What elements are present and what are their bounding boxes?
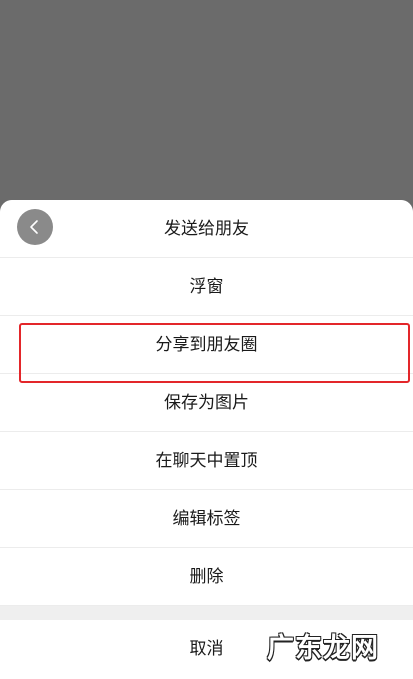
highlight-annotation-box — [19, 323, 410, 383]
section-divider — [0, 606, 413, 620]
action-sheet: 发送给朋友 浮窗 分享到朋友圈 保存为图片 在聊天中置顶 编辑标签 删除 取消 — [0, 200, 413, 679]
menu-item-edit-tags[interactable]: 编辑标签 — [0, 490, 413, 548]
menu-item-send-to-friend[interactable]: 发送给朋友 — [0, 200, 413, 258]
menu-item-floating-window[interactable]: 浮窗 — [0, 258, 413, 316]
menu-item-pin-in-chat[interactable]: 在聊天中置顶 — [0, 432, 413, 490]
chevron-left-icon — [30, 220, 38, 234]
menu-item-delete[interactable]: 删除 — [0, 548, 413, 606]
watermark-logo: 广东龙网 — [267, 633, 379, 664]
back-button[interactable] — [17, 209, 53, 245]
